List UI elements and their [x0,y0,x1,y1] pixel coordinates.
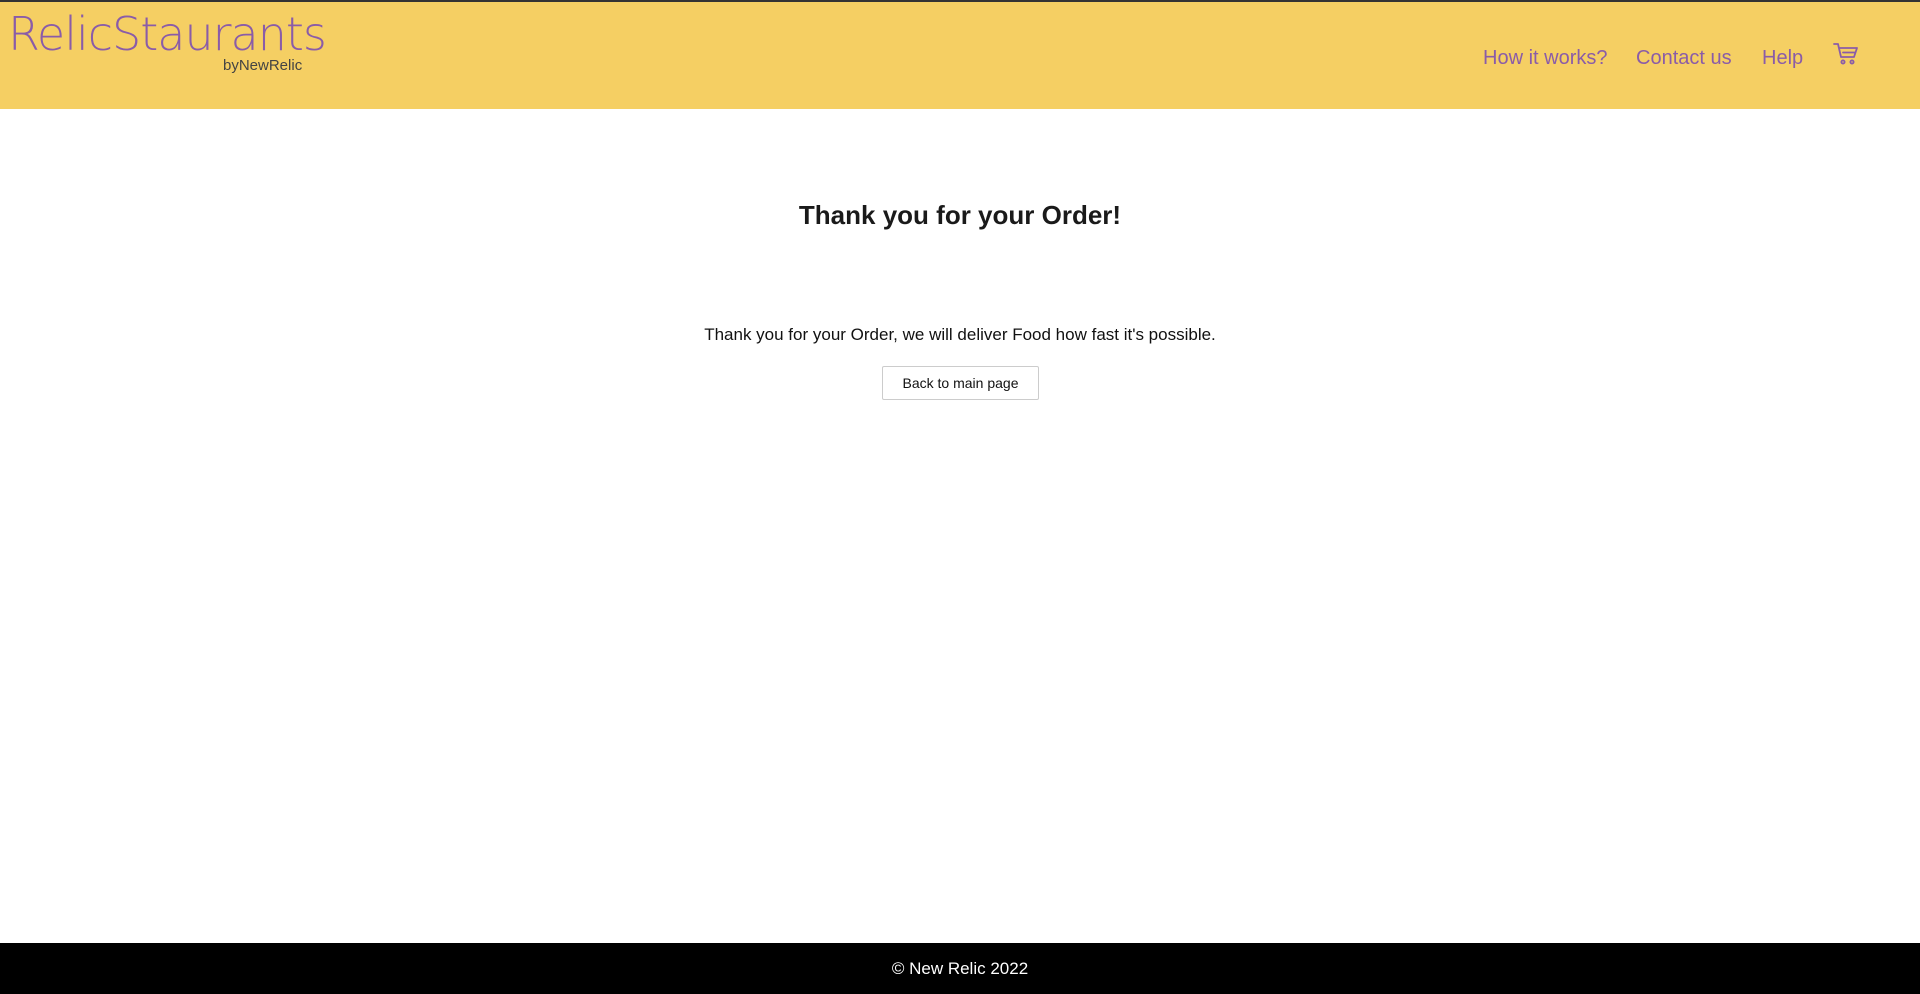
nav-contact-us[interactable]: Contact us [1636,46,1732,70]
brand-byline: byNewRelic [223,57,303,74]
brand-name: RelicStaurants [8,7,327,61]
brand-logo[interactable]: RelicStaurants byNewRelic [8,7,327,78]
back-to-main-page-button[interactable]: Back to main page [882,366,1039,400]
nav-help[interactable]: Help [1762,46,1803,70]
nav-how-it-works[interactable]: How it works? [1483,46,1607,70]
site-footer: © New Relic 2022 [0,943,1920,994]
site-header: RelicStaurants byNewRelic How it works? … [0,0,1920,109]
order-confirmation-page: RelicStaurants byNewRelic How it works? … [0,0,1920,994]
shopping-cart-icon[interactable] [1833,42,1859,66]
page-title: Thank you for your Order! [798,200,1122,230]
copyright-text: © New Relic 2022 [891,959,1029,978]
confirmation-message: Thank you for your Order, we will delive… [704,325,1216,344]
